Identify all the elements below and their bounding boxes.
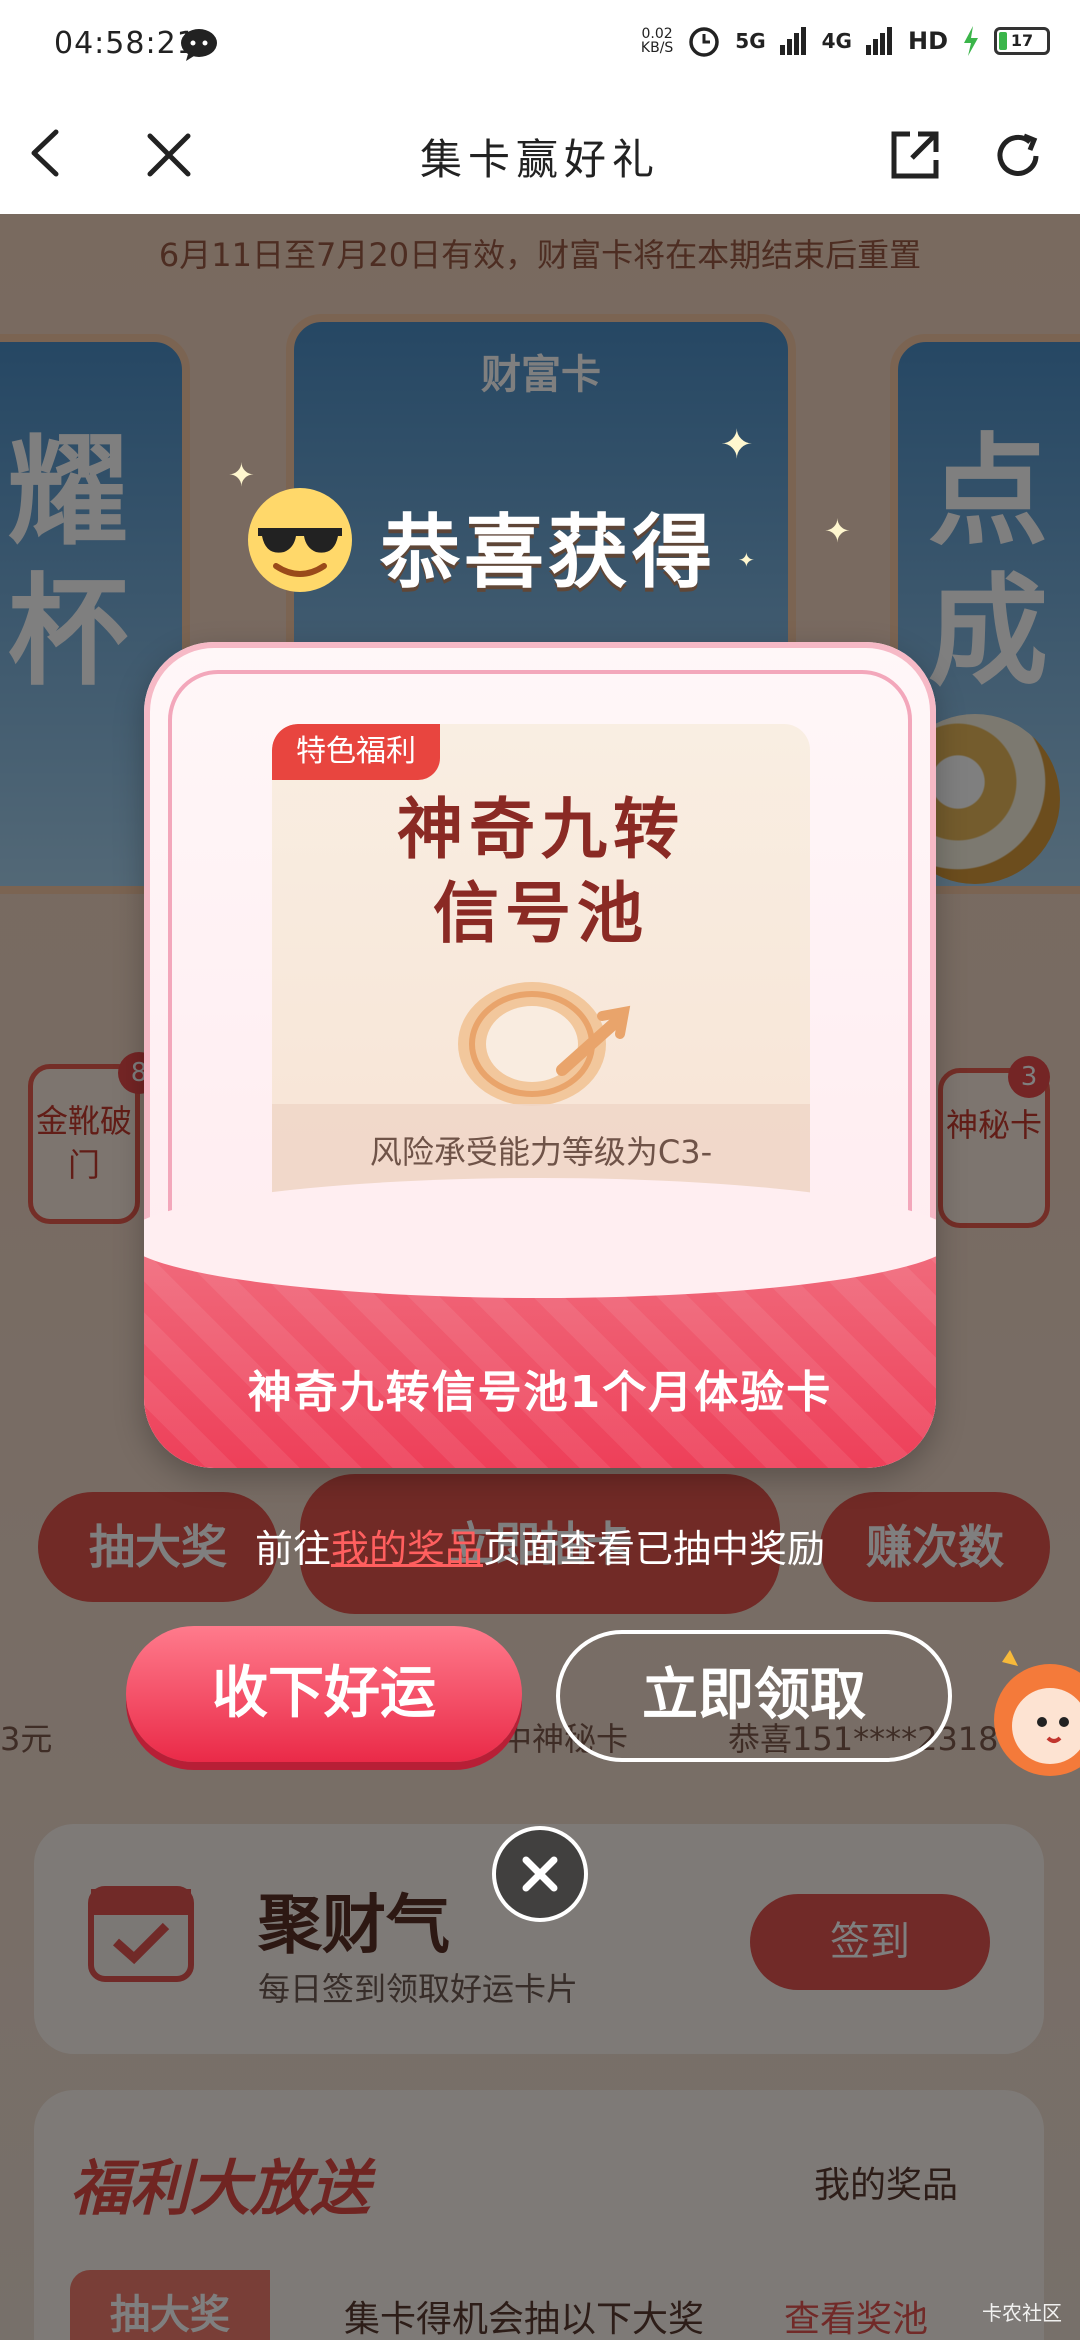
my-prizes-hint: 前往我的奖品页面查看已抽中奖励 bbox=[254, 1527, 826, 1571]
my-prizes-link[interactable]: 我的奖品 bbox=[331, 1527, 483, 1571]
battery-icon: 17 bbox=[994, 27, 1050, 55]
sparkle-icon: ✦ bbox=[720, 422, 754, 468]
gold-ring-icon bbox=[458, 982, 631, 1106]
signal-5g-label: 5G bbox=[735, 29, 766, 53]
status-time: 04:58:21 bbox=[54, 26, 197, 61]
prize-title: 神奇九转信号池1个月体验卡 bbox=[247, 1367, 833, 1418]
sparkle-icon: ✦ bbox=[228, 456, 255, 494]
signal-bars-icon bbox=[779, 27, 806, 55]
prize-name-line1: 神奇九转 bbox=[397, 791, 685, 868]
status-bar: 04:58:21 0.02 KB/S 5G 4G HD 17 bbox=[0, 0, 1080, 92]
prize-modal: 特色福利 神奇九转 信号池 风险承受能力等级为C3- 稳健型及以上方能使用 神奇… bbox=[144, 642, 936, 1468]
net-speed: 0.02 KB/S bbox=[640, 26, 674, 56]
share-icon[interactable] bbox=[888, 128, 942, 182]
sunglasses-emoji-icon bbox=[248, 488, 352, 592]
sparkle-icon: ✦ bbox=[824, 512, 851, 550]
close-icon bbox=[522, 1856, 558, 1892]
prize-card: 特色福利 神奇九转 信号池 风险承受能力等级为C3- 稳健型及以上方能使用 bbox=[272, 724, 810, 1254]
signal-bars-icon bbox=[865, 27, 892, 55]
prize-name-line2: 信号池 bbox=[433, 875, 649, 952]
feature-tag: 特色福利 bbox=[272, 724, 440, 780]
sparkle-icon: ✦ bbox=[738, 548, 755, 572]
accept-luck-button[interactable]: 收下好运 bbox=[126, 1626, 522, 1762]
watermark: 卡农社区 bbox=[982, 2301, 1062, 2325]
claim-now-button[interactable]: 立即领取 bbox=[556, 1630, 952, 1762]
prize-ribbon: 神奇九转信号池1个月体验卡 bbox=[144, 1178, 936, 1468]
status-icons: 0.02 KB/S 5G 4G HD 17 bbox=[641, 24, 1050, 58]
alarm-icon bbox=[689, 27, 720, 57]
modal-close-button[interactable] bbox=[492, 1826, 588, 1922]
wechat-icon bbox=[181, 29, 217, 61]
signal-4g-label: 4G bbox=[821, 29, 852, 53]
hd-label: HD bbox=[907, 27, 948, 55]
refresh-icon[interactable] bbox=[990, 128, 1046, 184]
congrats-text: 恭喜获得 bbox=[380, 506, 716, 599]
nav-bar: 集卡赢好礼 bbox=[0, 92, 1080, 214]
mascot-icon[interactable] bbox=[990, 1640, 1080, 1780]
charging-icon bbox=[964, 26, 978, 56]
